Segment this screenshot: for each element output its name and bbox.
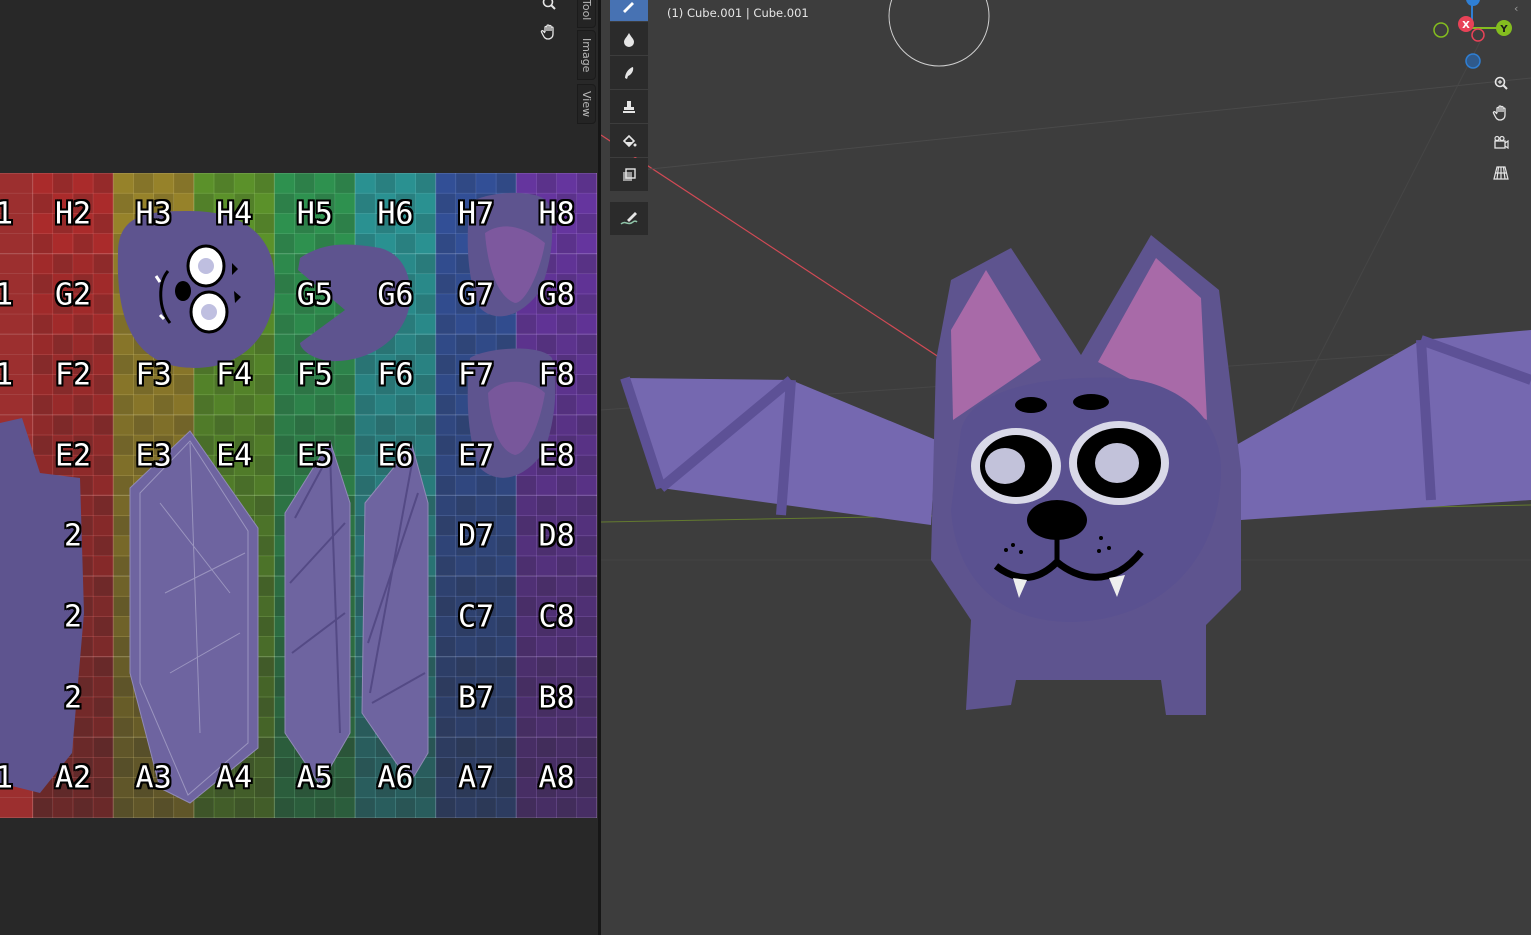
zoom-icon[interactable]: [1488, 70, 1514, 96]
uv-grid-label: H2: [54, 196, 92, 232]
uv-grid-label: G2: [54, 277, 92, 313]
tab-tool[interactable]: Tool: [577, 0, 596, 28]
uv-grid-label: D8: [538, 518, 575, 554]
uv-grid-label: 1: [0, 277, 14, 313]
x-axis-label: X: [1462, 20, 1470, 31]
uv-grid-label: H6: [377, 196, 414, 232]
uv-grid-label: G7: [457, 277, 495, 313]
uv-grid-label: 1: [0, 357, 14, 393]
neg-x-axis-handle: [1471, 28, 1485, 42]
uv-grid-label: F2: [54, 357, 92, 393]
uv-grid-label: C8: [538, 599, 575, 635]
uv-island-wing-mid: [284, 439, 351, 786]
uv-grid-label: E2: [54, 438, 92, 474]
grid-icon[interactable]: [1488, 160, 1514, 186]
uv-grid-label: B8: [538, 680, 575, 716]
uv-grid-label: B7: [457, 680, 495, 716]
uv-grid-label: F5: [296, 357, 333, 393]
uv-grid-label: E8: [538, 438, 575, 474]
z-axis-handle: [1466, 0, 1480, 6]
neg-y-axis-handle: [1433, 22, 1449, 38]
bat-model: [620, 235, 1531, 715]
3d-viewport[interactable]: (1) Cube.001 | Cube.001 X Y ‹: [601, 0, 1531, 935]
uv-grid-label: 2: [63, 518, 83, 554]
uv-grid-label: F6: [377, 357, 414, 393]
uv-grid-label: C7: [457, 599, 495, 635]
uv-grid-label: A8: [538, 760, 575, 796]
uv-grid-label: E4: [216, 438, 253, 474]
uv-grid-label: E5: [296, 438, 333, 474]
uv-texture-grid[interactable]: 1 H2 H3 H4 H5 H6 H7 H8 1 G2 G5 G6 G7 G8 1 F2 F3 F4 F5 F6 F7 F…: [0, 173, 597, 818]
tab-tool-label: Tool: [580, 0, 593, 21]
uv-grid-label: H4: [216, 196, 253, 232]
uv-grid-label: G8: [538, 277, 575, 313]
uv-islands: [0, 192, 556, 804]
uv-grid-label: A7: [457, 760, 495, 796]
uv-grid-label: A5: [296, 760, 333, 796]
uv-grid-label: H5: [296, 196, 333, 232]
uv-grid-label: A6: [377, 760, 414, 796]
hand-icon[interactable]: [536, 19, 562, 45]
uv-grid-label: F8: [538, 357, 575, 393]
y-axis-label: Y: [1499, 24, 1508, 35]
uv-grid-label: 2: [63, 599, 83, 635]
uv-grid-label: H8: [538, 196, 575, 232]
uv-grid-label: A2: [54, 760, 92, 796]
uv-grid-label: D7: [457, 518, 495, 554]
uv-grid-label: A3: [135, 760, 172, 796]
uv-grid-label: E7: [457, 438, 495, 474]
collapse-arrow-icon[interactable]: ‹: [1514, 2, 1518, 15]
uv-grid-label: F4: [216, 357, 253, 393]
uv-grid-label: G6: [377, 277, 414, 313]
uv-grid-label: 1: [0, 760, 14, 796]
zoom-icon[interactable]: [536, 0, 562, 16]
uv-island-wing-left: [129, 430, 259, 804]
uv-grid-label: A4: [216, 760, 253, 796]
uv-editor[interactable]: Tool Image View 1 H2 H3 H4 H5 H6 H7 H8 1…: [0, 0, 598, 935]
uv-island-head: [117, 211, 275, 368]
uv-grid-label: F7: [457, 357, 495, 393]
uv-grid-label: G5: [296, 277, 333, 313]
tab-image-label: Image: [580, 37, 593, 73]
uv-grid-label: 1: [0, 196, 14, 232]
uv-grid-label: H3: [135, 196, 172, 232]
uv-grid-label: H7: [457, 196, 495, 232]
neg-z-axis-handle: [1465, 53, 1481, 69]
uv-grid-label: E3: [135, 438, 172, 474]
tab-view[interactable]: View: [577, 84, 596, 124]
uv-grid-label: E6: [377, 438, 414, 474]
tab-image[interactable]: Image: [577, 30, 596, 80]
camera-icon[interactable]: [1488, 130, 1514, 156]
uv-grid-label: 2: [63, 680, 83, 716]
uv-grid-label: F3: [135, 357, 172, 393]
tab-view-label: View: [580, 90, 593, 118]
hand-icon[interactable]: [1488, 100, 1514, 126]
